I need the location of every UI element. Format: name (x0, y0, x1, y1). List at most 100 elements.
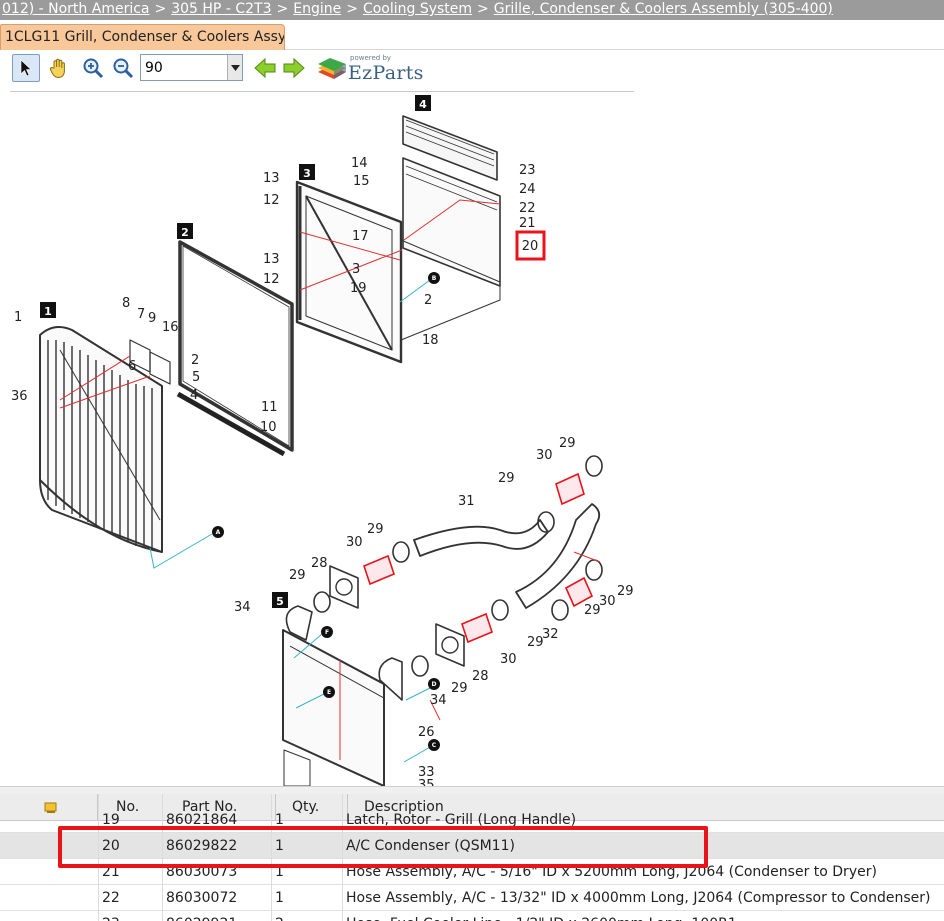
part-label[interactable]: 29 (289, 568, 306, 583)
connector-label: B (432, 275, 437, 282)
assembly-callout[interactable]: 5 (276, 595, 284, 608)
zoom-level-select[interactable] (140, 54, 243, 81)
part-label[interactable]: 32 (542, 627, 559, 642)
part-label[interactable]: 10 (260, 420, 277, 435)
part-label[interactable]: 31 (458, 494, 475, 509)
part-label[interactable]: 19 (350, 281, 367, 296)
breadcrumb: 012) - North America >305 HP - C2T3 > Engin… (0, 0, 944, 20)
part-label[interactable]: 17 (352, 229, 369, 244)
pan-hand-icon (49, 58, 65, 79)
zoom-out-icon (113, 58, 134, 79)
connector-label: C (432, 742, 437, 749)
breadcrumb-item-engine-variant[interactable]: 305 HP - C2T3 (171, 1, 271, 17)
connector-label: E (327, 689, 331, 696)
pan-tool-button[interactable] (44, 54, 72, 82)
part-label[interactable]: 24 (519, 182, 536, 197)
part-label[interactable]: 26 (418, 725, 435, 740)
part-label[interactable]: 22 (519, 201, 536, 216)
part-label[interactable]: 34 (430, 693, 447, 708)
ezparts-logo-icon (318, 58, 346, 79)
connector-label: D (432, 681, 437, 688)
selected-part-label[interactable]: 20 (522, 239, 539, 254)
part-label[interactable]: 29 (367, 522, 384, 537)
cell-qty: 2 (273, 911, 284, 921)
part-label[interactable]: 13 (263, 171, 280, 186)
part-label[interactable]: 30 (346, 535, 363, 550)
tab-grill-condenser-coolers[interactable]: 1CLG11 Grill, Condenser & Coolers Assy (0, 24, 285, 50)
part-label[interactable]: 12 (263, 272, 280, 287)
part-label[interactable]: 7 (137, 307, 145, 322)
table-row[interactable]: 22 86030072 1 Hose Assembly, A/C - 13/32… (0, 885, 944, 911)
part-label[interactable]: 9 (148, 311, 156, 326)
part-label[interactable]: 28 (311, 556, 328, 571)
part-label[interactable]: 16 (162, 320, 179, 335)
pointer-icon (20, 59, 32, 77)
tab-strip: 1CLG11 Grill, Condenser & Coolers Assy (0, 20, 944, 50)
column-header-icon[interactable] (0, 794, 98, 821)
part-label[interactable]: 23 (519, 163, 536, 178)
cell-no: 23 (100, 911, 120, 921)
breadcrumb-item-grille-assembly[interactable]: Grille, Condenser & Coolers Assembly (30… (494, 1, 833, 17)
part-label[interactable]: 36 (11, 389, 28, 404)
cell-description: Hose Assembly, A/C - 13/32" ID x 4000mm … (346, 890, 931, 906)
breadcrumb-separator: > (346, 1, 358, 17)
parts-diagram[interactable]: A B C D E F 1 2 3 4 5 1 2 2 3 4 5 6 7 8 … (0, 92, 944, 787)
part-label[interactable]: 2 (191, 353, 199, 368)
part-label[interactable]: 29 (559, 436, 576, 451)
part-label[interactable]: 18 (422, 333, 439, 348)
part-label[interactable]: 12 (263, 193, 280, 208)
viewer-toolbar: powered by EzParts (0, 51, 634, 89)
selected-row-highlight (58, 826, 708, 868)
column-header-qty[interactable]: Qty. (276, 794, 348, 821)
cart-icon (44, 802, 57, 813)
assembly-callout[interactable]: 4 (419, 98, 427, 111)
part-label[interactable]: 11 (261, 400, 278, 415)
table-row[interactable]: 23 86029921 2 Hose, Fuel Cooler Line - 1… (0, 911, 944, 921)
chevron-down-icon (230, 64, 240, 71)
assembly-callout[interactable]: 2 (181, 226, 189, 239)
breadcrumb-separator: > (154, 1, 167, 17)
part-label[interactable]: 5 (192, 370, 200, 385)
part-label[interactable]: 3 (352, 262, 360, 277)
connector-label: A (216, 529, 221, 536)
part-label[interactable]: 14 (351, 156, 368, 171)
cell-part-no: 86029921 (164, 911, 237, 921)
part-label[interactable]: 30 (500, 652, 517, 667)
pointer-tool-button[interactable] (12, 54, 40, 82)
back-button[interactable] (251, 54, 279, 82)
part-label[interactable]: 1 (14, 310, 22, 325)
breadcrumb-separator: > (276, 1, 289, 17)
zoom-level-input[interactable] (141, 55, 227, 80)
breadcrumb-item-engine[interactable]: Engine (293, 1, 341, 17)
cell-no: 22 (102, 890, 120, 906)
part-label[interactable]: 13 (263, 252, 280, 267)
brand-powered-by: powered by (350, 54, 392, 62)
part-label[interactable]: 4 (190, 388, 198, 403)
part-label[interactable]: 28 (472, 669, 489, 684)
zoom-out-button[interactable] (109, 54, 137, 82)
brand-name: EzParts (348, 62, 424, 84)
breadcrumb-item-cooling-system[interactable]: Cooling System (363, 1, 472, 17)
cell-qty: 1 (275, 890, 284, 906)
part-label[interactable]: 29 (498, 471, 515, 486)
assembly-callout[interactable]: 1 (44, 305, 52, 318)
pane-splitter[interactable] (0, 786, 944, 794)
part-label[interactable]: 29 (617, 584, 634, 599)
part-label[interactable]: 30 (536, 448, 553, 463)
part-label[interactable]: 2 (424, 293, 432, 308)
part-label[interactable]: 21 (519, 216, 536, 231)
part-label[interactable]: 29 (451, 681, 468, 696)
part-label[interactable]: 30 (599, 594, 616, 609)
cell-description: Hose, Fuel Cooler Line - 1/2" ID x 2600m… (344, 911, 737, 921)
assembly-callout[interactable]: 3 (303, 167, 311, 180)
zoom-dropdown-button[interactable] (227, 55, 242, 80)
part-label[interactable]: 15 (353, 174, 370, 189)
part-label[interactable]: 34 (234, 600, 251, 615)
back-arrow-icon (254, 58, 276, 78)
breadcrumb-item-model[interactable]: 012) - North America (2, 1, 150, 17)
zoom-in-icon (83, 58, 104, 79)
part-label[interactable]: 8 (122, 296, 130, 311)
zoom-in-button[interactable] (79, 54, 107, 82)
part-label[interactable]: 6 (128, 359, 136, 374)
forward-button[interactable] (280, 54, 308, 82)
